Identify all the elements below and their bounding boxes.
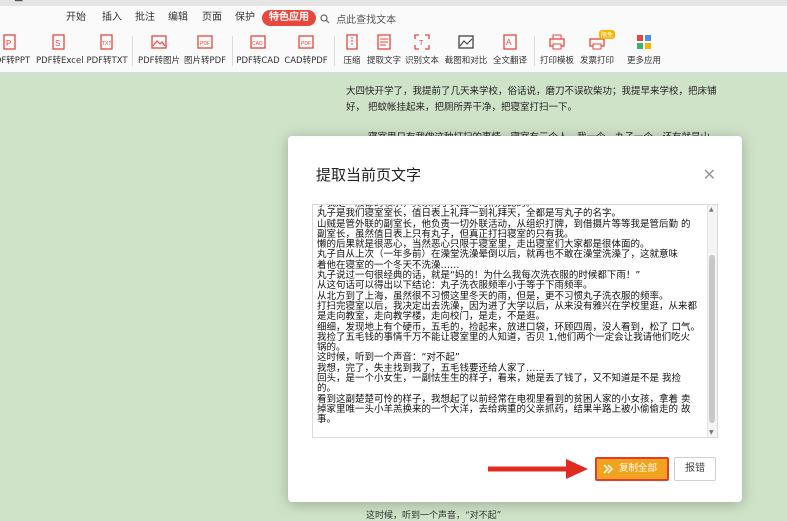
tb-label: PDF转TXT	[86, 56, 128, 66]
svg-text:A: A	[506, 38, 512, 47]
menu-page[interactable]: 页面	[202, 11, 222, 25]
tb-label: 提取文字	[366, 56, 401, 66]
print-template-button[interactable]: 打印模板	[538, 34, 576, 66]
extracted-text-area[interactable]: 了我走一般都的较水，真系闲丁大都走司俐元比的。丸子是我们寝室室长，值日表上礼拜一…	[312, 204, 718, 438]
tb-label: 图片转PDF	[184, 56, 227, 66]
compress-icon	[344, 34, 360, 50]
svg-text:CAD: CAD	[252, 41, 263, 47]
pdf-to-excel-button[interactable]: S PDF转Excel	[36, 34, 84, 66]
tb-label: PDF转PPT	[0, 56, 31, 66]
close-icon[interactable]: ✕	[703, 165, 716, 184]
find-text-search[interactable]: 点此查找文本	[320, 11, 396, 26]
compress-button[interactable]: 压缩	[338, 34, 366, 66]
cad-to-pdf-button[interactable]: PDF CAD转PDF	[284, 34, 328, 66]
extract-text-button[interactable]: 提取文字	[366, 34, 402, 66]
excel-icon: S	[51, 34, 67, 50]
svg-text:S: S	[55, 39, 60, 48]
scroll-down-icon[interactable]: ▼	[709, 429, 714, 436]
print-template-icon	[549, 34, 565, 50]
tb-label: PDF转CAD	[236, 56, 280, 66]
extracted-line: 回头，是一个小女生，一副怯生生的样子，看来，她是丢了钱了，又不知道是不是 我捡	[317, 373, 682, 385]
doc-paragraph: 这时候，听到一个声音，“对不起”	[366, 511, 502, 521]
tb-label: 压缩	[343, 56, 361, 66]
svg-text:P: P	[6, 39, 11, 48]
svg-text:PDF: PDF	[200, 41, 210, 47]
scrollbar[interactable]: ▲ ▼	[707, 205, 717, 437]
scroll-up-icon[interactable]: ▲	[709, 206, 714, 213]
screenshot-compare-button[interactable]: 截图和对比	[444, 34, 488, 66]
more-apps-button[interactable]: 更多应用	[624, 34, 664, 66]
menu-protect[interactable]: 保护	[235, 11, 255, 25]
ppt-icon: P	[2, 34, 18, 50]
extracted-line: 事。	[317, 414, 337, 426]
dialog-title: 提取当前页文字	[316, 166, 422, 184]
extract-text-dialog: 提取当前页文字 ✕ 了我走一般都的较水，真系闲丁大都走司俐元比的。丸子是我们寝室…	[288, 136, 742, 502]
cad-pdf-icon: PDF	[298, 34, 314, 50]
toolbar-divider	[132, 36, 133, 66]
full-translate-button[interactable]: A 全文翻译	[490, 34, 530, 66]
copy-icon	[603, 464, 613, 474]
report-error-button[interactable]: 报错	[674, 457, 716, 481]
svg-text:T: T	[419, 40, 424, 47]
invoice-print-icon: 限免	[589, 30, 616, 50]
toolbar-divider	[232, 36, 233, 66]
image-to-pdf-button[interactable]: PDF 图片转PDF	[184, 34, 226, 66]
tb-label: 发票打印	[579, 56, 614, 66]
menu-comment[interactable]: 批注	[135, 11, 155, 25]
extract-text-icon	[376, 34, 392, 50]
menu-insert[interactable]: 插入	[102, 11, 122, 25]
pdf-to-ppt-button[interactable]: P PDF转PPT	[0, 34, 32, 66]
tb-label: 打印模板	[539, 56, 574, 66]
txt-icon: TXT	[99, 34, 115, 50]
toolbar-divider	[534, 36, 535, 66]
scrollbar-thumb[interactable]	[709, 255, 715, 423]
image-pdf-icon: PDF	[197, 34, 213, 50]
tb-label: 识别文本	[404, 56, 439, 66]
copy-all-button[interactable]: 复制全部	[595, 457, 669, 481]
menu-special-apps[interactable]: 特色应用	[262, 10, 316, 26]
toolbar: P PDF转PPT S PDF转Excel TXT PDF转TXT PDF转图片…	[0, 30, 787, 73]
screenshot-icon	[458, 34, 474, 50]
more-apps-icon	[636, 34, 652, 50]
extracted-line: 掉家里唯一头小羊羔换来的一个大洋，去给病重的父亲抓药，结果半路上被小偷偷走的 故	[317, 403, 691, 415]
extracted-line: 我捡了五毛钱的事情千万不能让寝室里的人知道，否贝 1,他们两个一定会让我请他们吃…	[317, 331, 691, 343]
menu-start[interactable]: 开始	[66, 11, 86, 25]
tb-label: CAD转PDF	[284, 56, 328, 66]
translate-icon: A	[502, 34, 518, 50]
menu-bar: 开始 插入 批注 编辑 页面 保护 特色应用 点此查找文本	[0, 6, 787, 31]
pdf-to-image-button[interactable]: PDF转图片	[138, 34, 180, 66]
search-label: 点此查找文本	[336, 15, 397, 26]
tb-label: 更多应用	[626, 56, 661, 66]
invoice-print-button[interactable]: 限免 发票打印	[578, 30, 616, 66]
ocr-icon: T	[414, 34, 430, 50]
svg-text:TXT: TXT	[102, 41, 111, 47]
pointer-arrow-icon	[488, 459, 588, 479]
tb-label: PDF转Excel	[36, 56, 84, 66]
toolbar-divider	[334, 36, 335, 66]
search-icon	[320, 14, 330, 24]
tb-label: 截图和对比	[444, 56, 488, 66]
ocr-button[interactable]: T 识别文本	[404, 34, 440, 66]
pdf-to-txt-button[interactable]: TXT PDF转TXT	[86, 34, 128, 66]
doc-paragraph: 大四快开学了，我提前了几天来学校，俗话说，磨刀不误砍柴功；我提早来学校，把床铺好…	[346, 86, 717, 113]
extracted-text-content: 了我走一般都的较水，真系闲丁大都走司俐元比的。丸子是我们寝室室长，值日表上礼拜一…	[317, 205, 703, 426]
tab-fragment: ■	[14, 0, 23, 3]
free-badge: 限免	[599, 30, 616, 39]
pdf-to-cad-button[interactable]: CAD PDF转CAD	[236, 34, 280, 66]
cad-icon: CAD	[250, 34, 266, 50]
copy-all-label: 复制全部	[619, 463, 658, 474]
tb-label: PDF转图片	[138, 56, 181, 66]
svg-text:PDF: PDF	[301, 41, 311, 47]
menu-edit[interactable]: 编辑	[168, 11, 188, 25]
tb-label: 全文翻译	[492, 56, 527, 66]
image-icon	[151, 34, 167, 50]
